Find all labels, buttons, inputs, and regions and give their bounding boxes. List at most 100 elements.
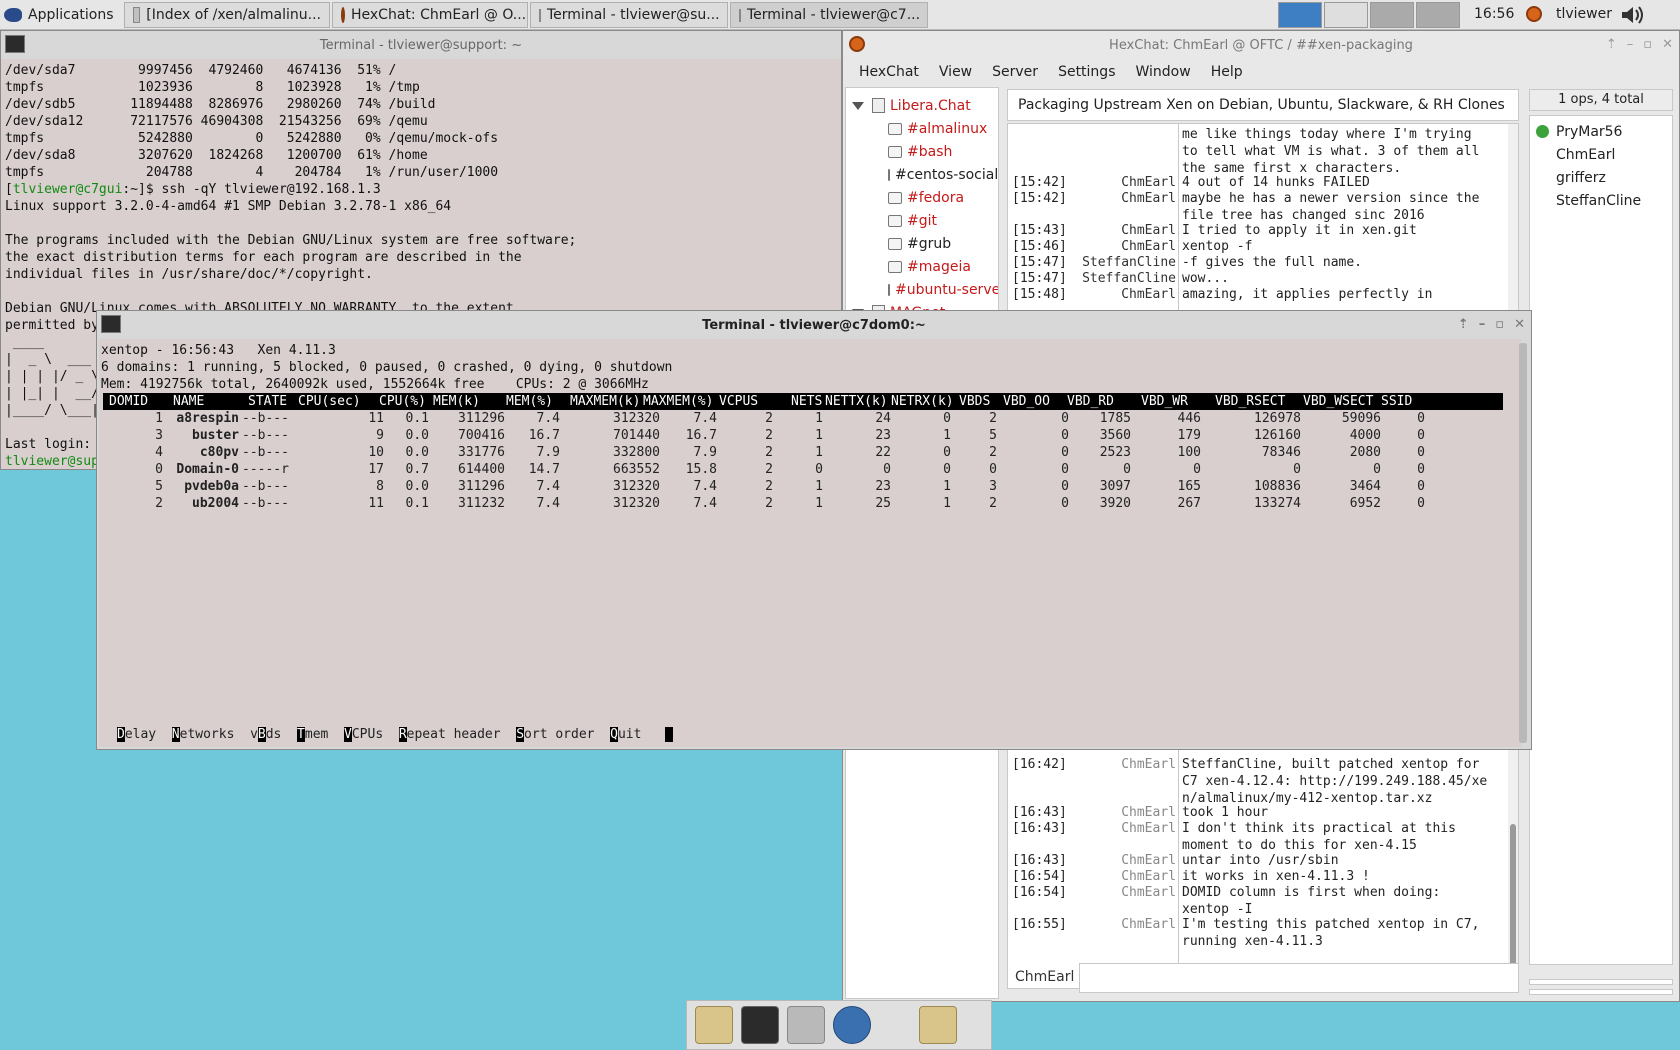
shade-button[interactable]: ⇡ xyxy=(1606,37,1617,52)
menu-server[interactable]: Server xyxy=(982,64,1048,80)
hexchat-tray-icon[interactable] xyxy=(1526,6,1542,22)
channel-item[interactable]: #bash xyxy=(846,140,998,163)
channel-item[interactable]: #fedora xyxy=(846,186,998,209)
hotkey: N xyxy=(171,727,180,742)
xentop-command[interactable]: VCPUs xyxy=(344,727,383,742)
workspace-4[interactable] xyxy=(1416,2,1460,28)
domain-row[interactable]: 3 buster --b--- 9 0.0 700416 16.7 701440 16.7 2 1 2… xyxy=(103,427,1503,444)
user-item[interactable]: ChmEarl xyxy=(1530,143,1672,166)
window-titlebar[interactable]: Terminal - tlviewer@support: ~ xyxy=(1,31,841,59)
cell-maxmem: 7.4 xyxy=(693,411,717,426)
maximize-button[interactable]: ▫ xyxy=(1495,317,1504,332)
column-header[interactable]: MEM(%) xyxy=(506,393,553,410)
xentop-command[interactable]: vBds xyxy=(250,727,281,742)
shade-button[interactable]: ⇡ xyxy=(1458,317,1469,332)
server-item[interactable]: Libera.Chat xyxy=(846,94,998,117)
domain-row[interactable]: 5 pvdeb0a --b--- 8 0.0 311296 7.4 312320 7.4 2 1 23… xyxy=(103,478,1503,495)
user-item[interactable]: grifferz xyxy=(1530,166,1672,189)
column-header[interactable]: VBD_RD xyxy=(1067,393,1114,410)
minimize-button[interactable]: – xyxy=(1479,317,1486,332)
topic-bar[interactable]: Packaging Upstream Xen on Debian, Ubuntu… xyxy=(1007,89,1519,121)
folder-icon[interactable] xyxy=(919,1006,957,1044)
menu-hexchat[interactable]: HexChat xyxy=(849,64,929,80)
menu-help[interactable]: Help xyxy=(1201,64,1253,80)
chat-bubble-icon xyxy=(888,214,902,227)
xentop-command[interactable]: Quit xyxy=(610,727,641,742)
command-text: v xyxy=(250,727,258,742)
column-header[interactable]: MEM(k) xyxy=(433,393,480,410)
task-terminal-support[interactable]: Terminal - tlviewer@su... xyxy=(530,2,728,28)
domain-row[interactable]: 0 Domain-0 -----r 17 0.7 614400 14.7 663552 15.8… xyxy=(103,461,1503,478)
window-titlebar[interactable]: Terminal - tlviewer@c7dom0:~ ⇡ – ▫ ✕ xyxy=(97,311,1531,339)
message-nick: ChmEarl xyxy=(1121,869,1176,884)
column-header[interactable]: VCPUS xyxy=(719,393,758,410)
column-header[interactable]: DOMID xyxy=(109,393,148,410)
menu-settings[interactable]: Settings xyxy=(1048,64,1125,80)
column-header[interactable]: VBD_WSECT xyxy=(1303,393,1373,410)
column-header[interactable]: VBD_WR xyxy=(1141,393,1188,410)
cell-vbd_rsect: 78346 xyxy=(1261,445,1301,460)
column-header[interactable]: NETS xyxy=(791,393,822,410)
xentop-command[interactable]: Networks xyxy=(171,727,234,742)
menu-window[interactable]: Window xyxy=(1125,64,1200,80)
domain-row[interactable]: 1 a8respin --b--- 11 0.1 311296 7.4 312320 7.4 2 1… xyxy=(103,410,1503,427)
column-header[interactable]: CPU(%) xyxy=(379,393,426,410)
close-button[interactable]: ✕ xyxy=(1514,317,1525,332)
file-manager-icon[interactable] xyxy=(787,1006,825,1044)
task-hexchat[interactable]: HexChat: ChmEarl @ O... xyxy=(332,2,528,28)
xentop-command[interactable]: Tmem xyxy=(297,727,328,742)
column-header[interactable]: NETTX(k) xyxy=(825,393,888,410)
cell-nettxk: 23 xyxy=(875,428,891,443)
channel-item[interactable]: #git xyxy=(846,209,998,232)
message-input[interactable] xyxy=(1079,963,1519,993)
maximize-button[interactable]: ▫ xyxy=(1643,37,1652,52)
home-folder-icon[interactable] xyxy=(695,1006,733,1044)
window-titlebar[interactable]: HexChat: ChmEarl @ OFTC / ##xen-packagin… xyxy=(843,31,1679,59)
column-header[interactable]: NAME xyxy=(173,393,204,410)
xentop-command[interactable]: Sort order xyxy=(516,727,595,742)
column-header[interactable]: MAXMEM(k) xyxy=(570,393,640,410)
expand-triangle-icon[interactable] xyxy=(852,101,864,110)
channel-item[interactable]: #grub xyxy=(846,232,998,255)
column-header[interactable]: SSID xyxy=(1381,393,1412,410)
task-label: Terminal - tlviewer@su... xyxy=(547,7,720,23)
xentop-command[interactable]: Repeat header xyxy=(398,727,501,742)
user-item[interactable]: SteffanCline xyxy=(1530,189,1672,212)
column-header[interactable]: CPU(sec) xyxy=(298,393,361,410)
web-browser-icon[interactable] xyxy=(833,1006,871,1044)
terminal-icon xyxy=(739,8,749,22)
terminal-output[interactable]: xentop - 16:56:43 Xen 4.11.3 6 domains: … xyxy=(99,339,1521,747)
workspace-1[interactable] xyxy=(1278,2,1322,28)
terminal-launcher-icon[interactable] xyxy=(741,1006,779,1044)
applications-menu-button[interactable]: Applications xyxy=(4,3,114,27)
column-header[interactable]: VBD_OO xyxy=(1003,393,1050,410)
menu-view[interactable]: View xyxy=(929,64,982,80)
nick-button[interactable]: ChmEarl xyxy=(1015,969,1074,985)
close-button[interactable]: ✕ xyxy=(1662,37,1673,52)
channel-item[interactable]: #mageia xyxy=(846,255,998,278)
workspace-2[interactable] xyxy=(1324,2,1368,28)
column-header[interactable]: VBD_RSECT xyxy=(1215,393,1285,410)
column-header[interactable]: NETRX(k) xyxy=(891,393,954,410)
task-terminal-c7dom0[interactable]: Terminal - tlviewer@c7... xyxy=(730,2,928,28)
workspace-3[interactable] xyxy=(1370,2,1414,28)
column-header[interactable]: STATE xyxy=(248,393,287,410)
domain-row[interactable]: 4 c80pv --b--- 10 0.0 331776 7.9 332800 7.9 2 1 22 0… xyxy=(103,444,1503,461)
channel-item[interactable]: #centos-social xyxy=(846,163,998,186)
channel-item[interactable]: #almalinux xyxy=(846,117,998,140)
xentop-command[interactable]: Delay xyxy=(117,727,156,742)
user-menu[interactable]: tlviewer xyxy=(1556,6,1612,22)
clock[interactable]: 16:56 xyxy=(1474,6,1514,22)
scrollbar-thumb[interactable] xyxy=(1519,343,1527,743)
task-browser[interactable]: [Index of /xen/almalinu... xyxy=(124,2,330,28)
scrollbar-thumb[interactable] xyxy=(1510,824,1516,974)
minimize-button[interactable]: – xyxy=(1627,37,1634,52)
channel-item[interactable]: #ubuntu-server xyxy=(846,278,998,301)
cell-vbd_rsect: 108836 xyxy=(1254,479,1301,494)
domain-row[interactable]: 2 ub2004 --b--- 11 0.1 311232 7.4 312320 7.4 2 1 25… xyxy=(103,495,1503,512)
column-header[interactable]: VBDS xyxy=(959,393,990,410)
terminal-scrollbar[interactable] xyxy=(1519,343,1527,743)
volume-icon[interactable] xyxy=(1620,4,1646,26)
user-item[interactable]: PryMar56 xyxy=(1530,120,1672,143)
column-header[interactable]: MAXMEM(%) xyxy=(643,393,713,410)
